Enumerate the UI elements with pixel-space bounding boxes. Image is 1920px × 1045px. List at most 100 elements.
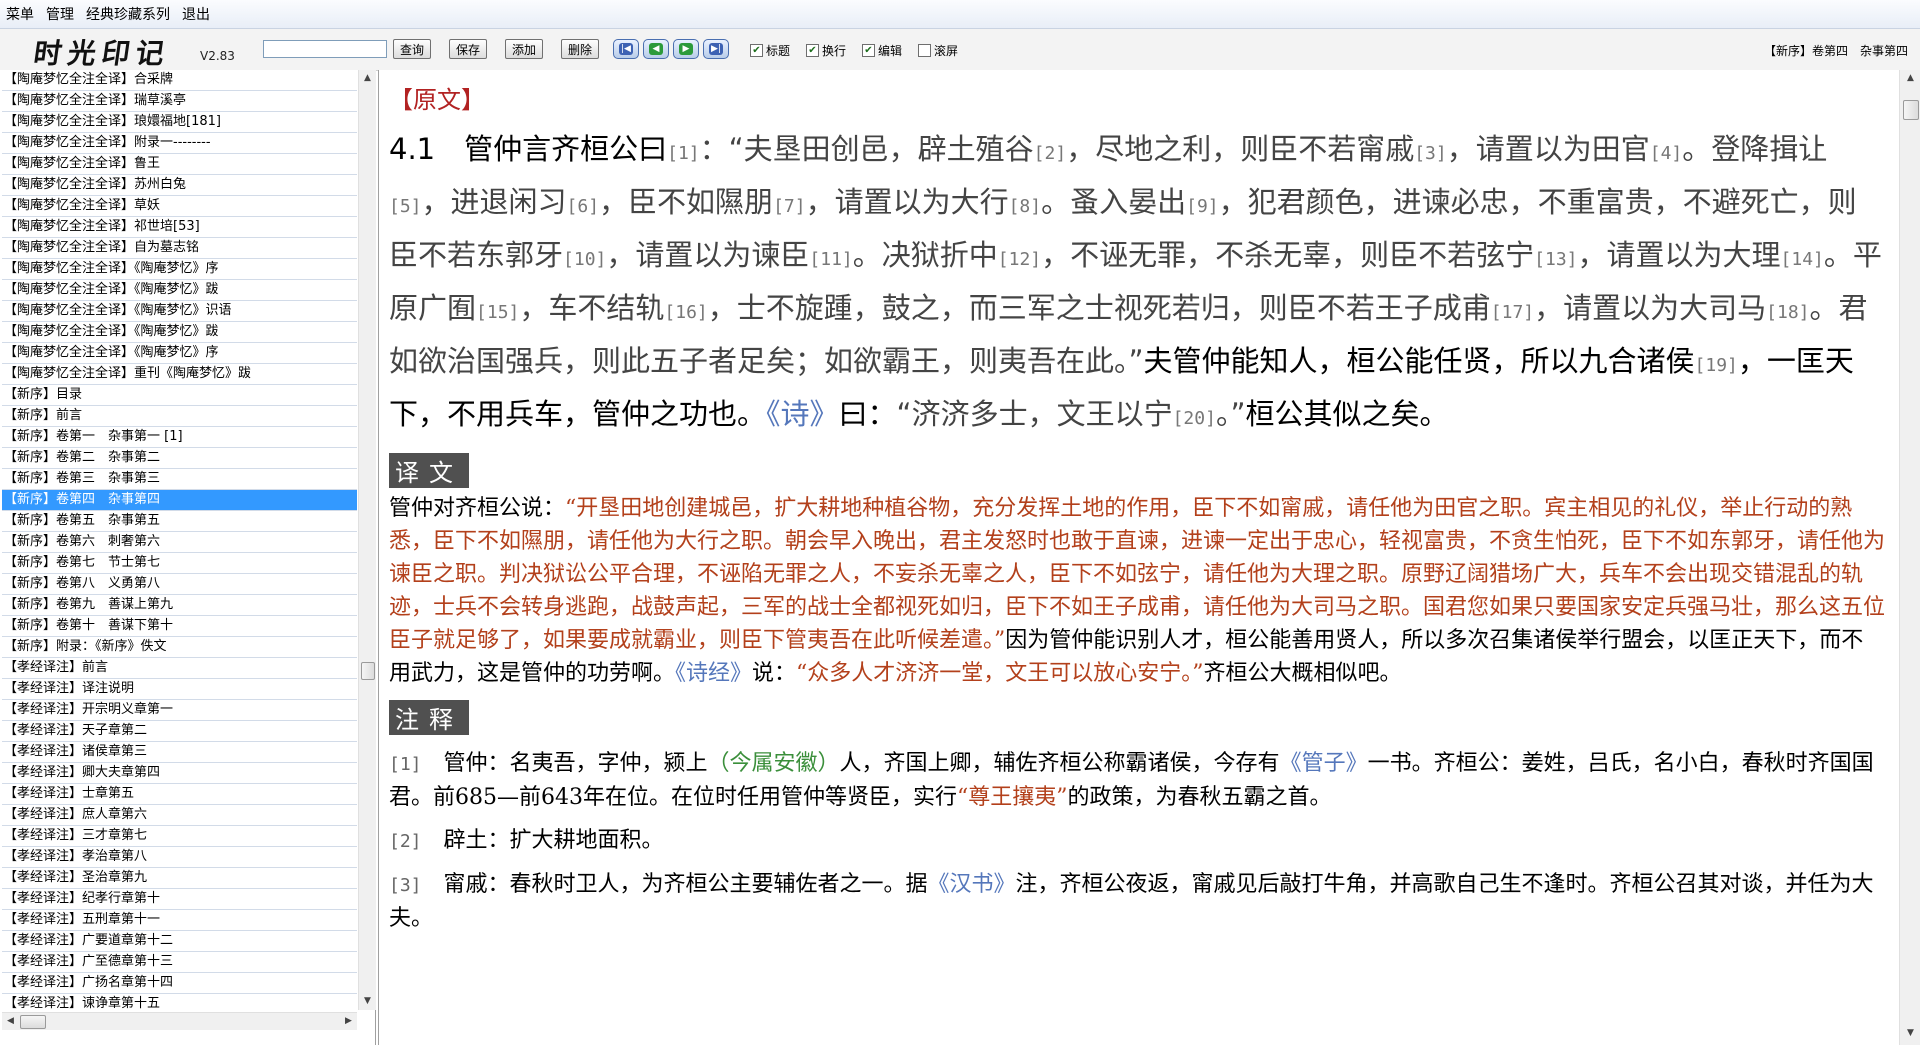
chapter-list-item[interactable]: 【新序】卷第三 杂事第三 [2,469,357,490]
chapter-list-item[interactable]: 【孝经译注】士章第五 [2,784,357,805]
chapter-list-item[interactable]: 【孝经译注】五刑章第十一 [2,910,357,931]
chapter-list-item[interactable]: 【陶庵梦忆全注全译】附录一-------- [2,133,357,154]
chapter-list-item[interactable]: 【孝经译注】纪孝行章第十 [2,889,357,910]
chapter-list-item[interactable]: 【孝经译注】圣治章第九 [2,868,357,889]
translation-text[interactable]: 管仲对齐桓公说：“开垦田地创建城邑，扩大耕地种植谷物，充分发挥土地的作用，臣下不… [389,492,1885,690]
chapter-list-item[interactable]: 【陶庵梦忆全注全译】《陶庵梦忆》跋 [2,280,357,301]
footnote-ref[interactable]: [1] [667,143,700,164]
next-page-button[interactable]: ▶ [673,39,699,59]
scroll-thumb[interactable] [361,662,375,680]
save-button[interactable]: 保存 [449,39,488,59]
chapter-list-item[interactable]: 【陶庵梦忆全注全译】瑞草溪亭 [2,91,357,112]
scroll-thumb[interactable] [1903,100,1919,120]
chapter-list-item[interactable]: 【陶庵梦忆全注全译】《陶庵梦忆》识语 [2,301,357,322]
chapter-list-item[interactable]: 【新序】卷第七 节士第七 [2,553,357,574]
chapter-list-item[interactable]: 【孝经译注】庶人章第六 [2,805,357,826]
note-number[interactable]: [2] [389,831,422,852]
chapter-list-item[interactable]: 【孝经译注】前言 [2,658,357,679]
footnote-ref[interactable]: [6] [567,196,600,217]
chapter-list-item[interactable]: 【新序】卷第五 杂事第五 [2,511,357,532]
note-number[interactable]: [3] [389,875,422,896]
chapter-list-item[interactable]: 【新序】附录：《新序》佚文 [2,637,357,658]
original-text[interactable]: 4.1 管仲言齐桓公曰[1]：“夫垦田创邑，辟土殖谷[2]，尽地之利，则臣不若甯… [389,125,1885,443]
chapter-list-item[interactable]: 【陶庵梦忆全注全译】苏州白兔 [2,175,357,196]
delete-button[interactable]: 删除 [561,39,600,59]
scroll-thumb[interactable] [20,1015,46,1029]
last-page-button[interactable]: ▶| [703,39,729,59]
scroll-right-icon[interactable]: ▶ [340,1013,357,1030]
chapter-list-item[interactable]: 【孝经译注】孝治章第八 [2,847,357,868]
footnote-ref[interactable]: [9] [1186,196,1219,217]
content-vertical-scrollbar[interactable]: ▲ ▼ [1899,70,1920,1045]
footnote-ref[interactable]: [13] [1534,249,1577,270]
menu-item[interactable]: 经典珍藏系列 [80,4,176,24]
footnote-ref[interactable]: [12] [998,249,1041,270]
chapter-list-item[interactable]: 【孝经译注】谏诤章第十五 [2,994,357,1010]
chapter-list-item[interactable]: 【新序】卷第四 杂事第四 [2,490,357,511]
reading-pane[interactable]: 【原文】 4.1 管仲言齐桓公曰[1]：“夫垦田创邑，辟土殖谷[2]，尽地之利，… [378,70,1899,1045]
menu-item[interactable]: 退出 [176,4,216,24]
chapter-list-item[interactable]: 【陶庵梦忆全注全译】鲁王 [2,154,357,175]
footnote-ref[interactable]: [10] [563,249,606,270]
footnote-ref[interactable]: [18] [1766,302,1809,323]
scroll-down-icon[interactable]: ▼ [359,993,376,1010]
footnote-ref[interactable]: [3] [1414,143,1447,164]
chapter-list-item[interactable]: 【新序】卷第一 杂事第一 [1] [2,427,357,448]
chapter-list-item[interactable]: 【孝经译注】开宗明义章第一 [2,700,357,721]
footnote-ref[interactable]: [5] [389,196,422,217]
scroll-down-icon[interactable]: ▼ [1902,1025,1919,1042]
chapter-list-item[interactable]: 【孝经译注】广要道章第十二 [2,931,357,952]
search-input[interactable] [263,40,387,58]
menu-item[interactable]: 菜单 [0,4,40,24]
chapter-list-item[interactable]: 【新序】卷第十 善谋下第十 [2,616,357,637]
edit-checkbox[interactable]: ✔ 编辑 [862,42,902,59]
footnote-ref[interactable]: [8] [1009,196,1042,217]
notes-text[interactable]: [1] 管仲：名夷吾，字仲，颍上（今属安徽）人，齐国上卿，辅佐齐桓公称霸诸侯，今… [389,747,1885,935]
scroll-up-icon[interactable]: ▲ [1902,70,1919,87]
chapter-list-item[interactable]: 【孝经译注】广扬名章第十四 [2,973,357,994]
sidebar-horizontal-scrollbar[interactable]: ◀ ▶ [2,1012,357,1030]
chapter-list-item[interactable]: 【新序】目录 [2,385,357,406]
note-number[interactable]: [1] [389,754,422,775]
add-button[interactable]: 添加 [505,39,544,59]
chapter-list-item[interactable]: 【陶庵梦忆全注全译】琅嬛福地[181] [2,112,357,133]
search-button[interactable]: 查询 [393,39,432,59]
footnote-ref[interactable]: [7] [773,196,806,217]
chapter-list-item[interactable]: 【陶庵梦忆全注全译】《陶庵梦忆》序 [2,259,357,280]
footnote-ref[interactable]: [11] [809,249,852,270]
chapter-list-item[interactable]: 【陶庵梦忆全注全译】合采牌 [2,70,357,91]
footnote-ref[interactable]: [17] [1491,302,1534,323]
chapter-list-item[interactable]: 【陶庵梦忆全注全译】《陶庵梦忆》跋 [2,322,357,343]
chapter-list-item[interactable]: 【陶庵梦忆全注全译】《陶庵梦忆》序 [2,343,357,364]
chapter-list-item[interactable]: 【孝经译注】天子章第二 [2,721,357,742]
scroll-up-icon[interactable]: ▲ [359,70,376,87]
chapter-list-item[interactable]: 【新序】前言 [2,406,357,427]
footnote-ref[interactable]: [15] [476,302,519,323]
chapter-list-item[interactable]: 【陶庵梦忆全注全译】祁世培[53] [2,217,357,238]
scroll-left-icon[interactable]: ◀ [2,1013,19,1030]
chapter-list-item[interactable]: 【孝经译注】译注说明 [2,679,357,700]
footnote-ref[interactable]: [19] [1695,355,1738,376]
scroll-checkbox[interactable]: 滚屏 [918,42,958,59]
prev-page-button[interactable]: ◀ [643,39,669,59]
title-checkbox[interactable]: ✔ 标题 [750,42,790,59]
chapter-list-item[interactable]: 【孝经译注】三才章第七 [2,826,357,847]
wrap-checkbox[interactable]: ✔ 换行 [806,42,846,59]
chapter-list-item[interactable]: 【陶庵梦忆全注全译】草妖 [2,196,357,217]
chapter-list-item[interactable]: 【新序】卷第六 刺奢第六 [2,532,357,553]
chapter-list-item[interactable]: 【孝经译注】诸侯章第三 [2,742,357,763]
chapter-list-item[interactable]: 【孝经译注】卿大夫章第四 [2,763,357,784]
menu-item[interactable]: 管理 [40,4,80,24]
footnote-ref[interactable]: [16] [664,302,707,323]
footnote-ref[interactable]: [4] [1650,143,1683,164]
chapter-list-item[interactable]: 【孝经译注】广至德章第十三 [2,952,357,973]
footnote-ref[interactable]: [20] [1173,408,1216,429]
chapter-list-item[interactable]: 【新序】卷第九 善谋上第九 [2,595,357,616]
sidebar-vertical-scrollbar[interactable]: ▲ ▼ [358,70,376,1010]
chapter-list-item[interactable]: 【陶庵梦忆全注全译】重刊《陶庵梦忆》跋 [2,364,357,385]
first-page-button[interactable]: |◀ [613,39,639,59]
chapter-list-item[interactable]: 【新序】卷第八 义勇第八 [2,574,357,595]
footnote-ref[interactable]: [2] [1034,143,1067,164]
footnote-ref[interactable]: [14] [1781,249,1824,270]
chapter-list-item[interactable]: 【新序】卷第二 杂事第二 [2,448,357,469]
